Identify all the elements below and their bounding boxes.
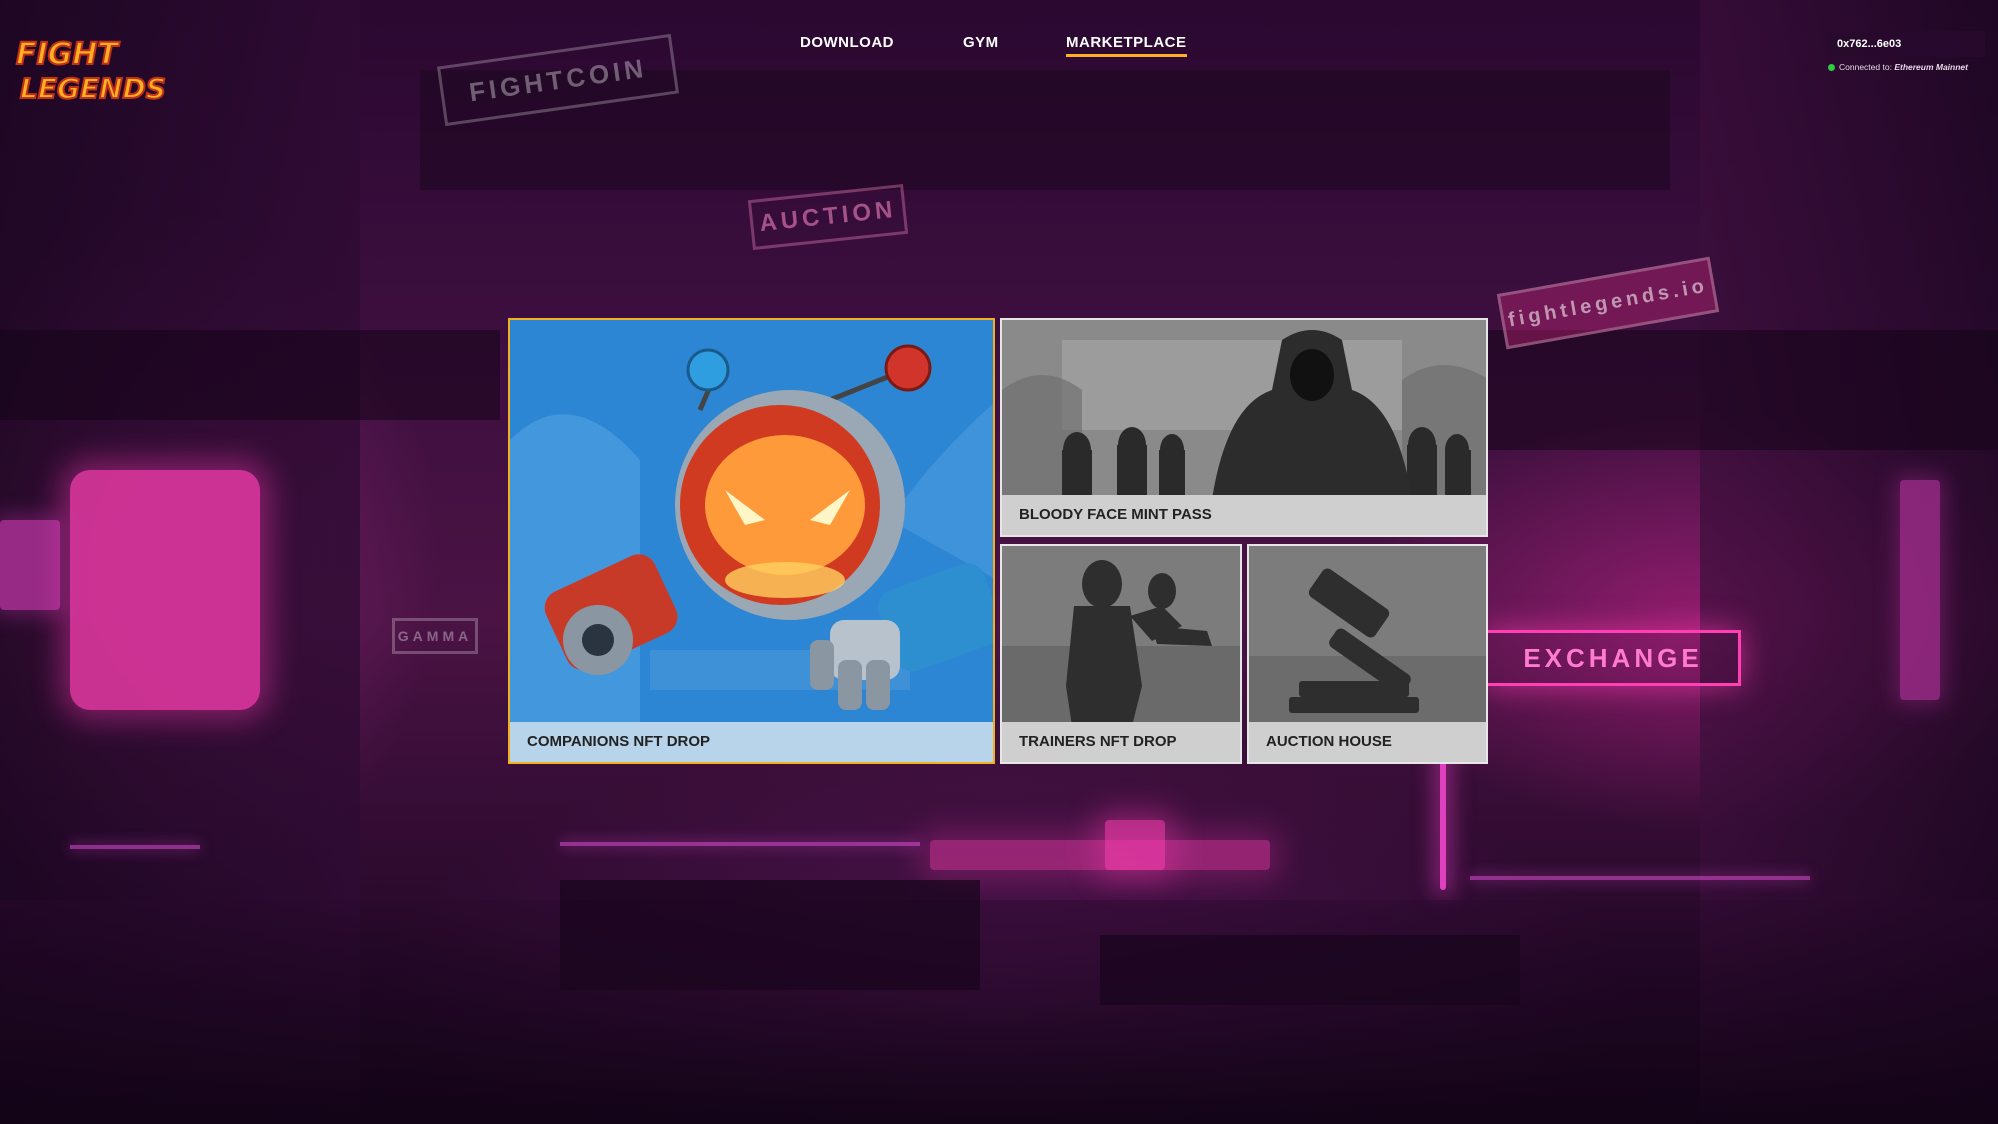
auction-sign: AUCTION xyxy=(747,183,909,251)
logo-line2: LEGENDS xyxy=(20,72,166,105)
network-name: Ethereum Mainnet xyxy=(1894,62,1968,72)
gavel-icon xyxy=(1249,546,1486,726)
trainers-card-label: TRAINERS NFT DROP xyxy=(1002,722,1240,762)
auction-house-card[interactable]: AUCTION HOUSE xyxy=(1247,544,1488,764)
trainer-silhouette-icon xyxy=(1002,546,1240,726)
nav-download[interactable]: DOWNLOAD xyxy=(800,34,894,51)
auction-card-label: AUCTION HOUSE xyxy=(1249,722,1486,762)
trainers-nft-drop-card[interactable]: TRAINERS NFT DROP xyxy=(1000,544,1242,764)
nav-marketplace[interactable]: MARKETPLACE xyxy=(1066,34,1187,57)
wallet-address-button[interactable]: 0x762...6e03 xyxy=(1829,31,1985,57)
main-nav: DOWNLOAD GYM MARKETPLACE xyxy=(0,34,1998,64)
nav-gym[interactable]: GYM xyxy=(963,34,999,51)
exchange-sign: EXCHANGE xyxy=(1485,630,1741,686)
connection-prefix: Connected to: xyxy=(1839,62,1892,72)
connected-dot-icon xyxy=(1828,64,1835,72)
gamma-sign: GAMMA xyxy=(392,618,478,654)
hooded-figure-icon xyxy=(1002,320,1486,499)
companions-card-label: COMPANIONS NFT DROP xyxy=(510,722,993,762)
companions-nft-drop-card[interactable]: COMPANIONS NFT DROP xyxy=(508,318,995,764)
bloody-face-card-label: BLOODY FACE MINT PASS xyxy=(1002,495,1486,535)
robot-companion-icon xyxy=(510,320,993,726)
connection-status: Connected to: Ethereum Mainnet xyxy=(1828,62,1968,72)
bloody-face-mint-pass-card[interactable]: BLOODY FACE MINT PASS xyxy=(1000,318,1488,537)
background-scene: FIGHTCOIN AUCTION fightlegends.io GAMMA … xyxy=(0,0,1998,1124)
